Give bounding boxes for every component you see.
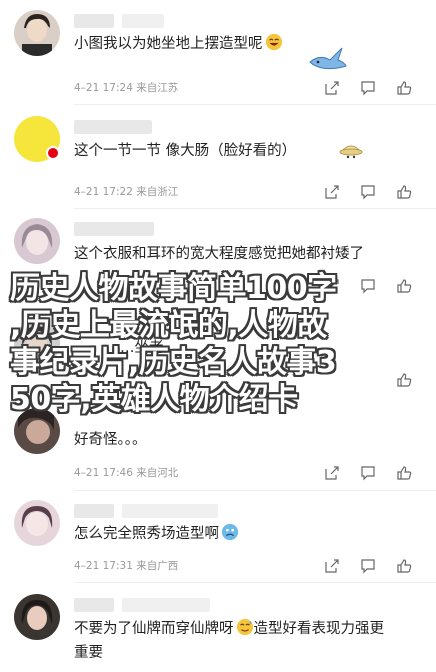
bird-sticker-icon	[309, 47, 347, 70]
avatar[interactable]	[14, 10, 60, 56]
comment-meta: 4–21 17:22 来自浙江	[74, 186, 179, 198]
overlay-line: 50字,英雄人物介绍卡	[10, 382, 298, 417]
username[interactable]	[74, 598, 114, 612]
share-icon	[325, 81, 339, 95]
like-button[interactable]	[386, 463, 422, 483]
comment-icon	[361, 185, 375, 200]
like-icon	[397, 559, 412, 573]
share-button[interactable]	[314, 182, 350, 202]
overlay-line: 历史人物故事简单100字	[10, 271, 337, 306]
username[interactable]	[122, 14, 164, 28]
avatar[interactable]	[14, 500, 60, 546]
comment-meta: 4–21 17:31 来自广西	[74, 560, 179, 572]
overlay-line: ,历史上最流氓的,人物故	[10, 308, 327, 343]
share-icon	[325, 185, 339, 199]
comment-text: 好奇怪。。。	[74, 432, 147, 448]
comment-meta: 4–21 17:24 来自江苏	[74, 82, 179, 94]
reply-button[interactable]	[350, 556, 386, 576]
comment-text: 小图我以为她坐地上摆造型呢	[74, 32, 420, 56]
comment-actions	[314, 182, 422, 202]
like-icon	[397, 81, 412, 95]
comment-actions	[314, 556, 422, 576]
like-button[interactable]	[386, 182, 422, 202]
comment-text: 这个一节一节 像大肠（脸好看的）	[74, 143, 297, 159]
overlay-line: 事纪录片,历史名人故事3	[10, 345, 337, 380]
share-button[interactable]	[314, 78, 350, 98]
comment-actions	[314, 463, 422, 483]
comment-icon	[361, 81, 375, 96]
like-button[interactable]	[386, 78, 422, 98]
username[interactable]	[74, 14, 114, 28]
like-icon	[397, 185, 412, 199]
avatar[interactable]	[14, 594, 60, 640]
divider	[74, 490, 436, 491]
comment-text: 不要为了仙牌而穿仙牌呀 造型好看表现力强更 重要	[74, 617, 420, 665]
reply-button[interactable]	[350, 78, 386, 98]
laughing-emoji-icon	[265, 33, 282, 51]
crying-emoji-icon	[221, 523, 239, 541]
avatar[interactable]	[14, 218, 60, 264]
share-icon	[325, 559, 339, 573]
divider	[74, 208, 436, 209]
share-icon	[325, 466, 339, 480]
divider	[74, 104, 436, 105]
like-icon	[397, 466, 412, 480]
like-button[interactable]	[386, 556, 422, 576]
comment-meta: 4–21 17:46 来自河北	[74, 467, 179, 479]
share-button[interactable]	[314, 463, 350, 483]
hat-sticker-icon	[339, 145, 363, 159]
username[interactable]	[74, 120, 152, 134]
username[interactable]	[122, 598, 210, 612]
comment-actions	[314, 78, 422, 98]
comment-text: 这个衣服和耳环的宽大程度感觉把她都衬矮了	[74, 246, 364, 262]
username[interactable]	[74, 222, 154, 236]
verified-badge-icon	[46, 146, 60, 160]
username[interactable]	[74, 504, 114, 518]
overlay-title: 历史人物故事简单100字 ,历史上最流氓的,人物故 事纪录片,历史名人故事3 5…	[0, 270, 436, 418]
username[interactable]	[122, 504, 218, 518]
reply-button[interactable]	[350, 463, 386, 483]
comment-icon	[361, 466, 375, 481]
reply-button[interactable]	[350, 182, 386, 202]
divider	[74, 582, 436, 583]
sweat-emoji-icon	[236, 618, 253, 636]
share-button[interactable]	[314, 556, 350, 576]
comment-icon	[361, 559, 375, 574]
comment-text: 怎么完全照秀场造型啊	[74, 522, 420, 546]
